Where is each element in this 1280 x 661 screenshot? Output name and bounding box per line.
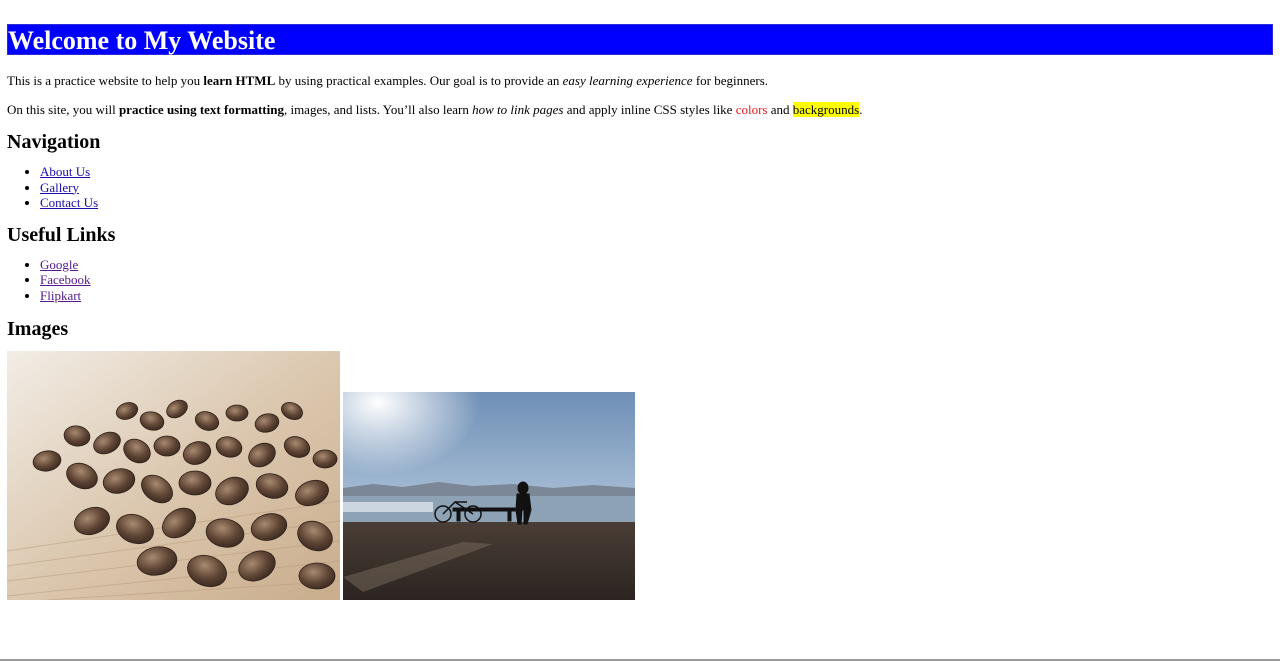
- useful-links-list: Google Facebook Flipkart: [7, 257, 1273, 304]
- facebook-link[interactable]: Facebook: [40, 272, 91, 287]
- p1-text-2: by using practical examples. Our goal is…: [275, 73, 563, 88]
- gallery-link[interactable]: Gallery: [40, 180, 79, 195]
- intro-paragraph-2: On this site, you will practice using te…: [7, 102, 1273, 118]
- p1-text-1: This is a practice website to help you: [7, 73, 204, 88]
- google-link[interactable]: Google: [40, 257, 78, 272]
- nav-item-gallery: Gallery: [40, 180, 1273, 196]
- highlighted-backgrounds-text: backgrounds: [792, 102, 860, 117]
- navigation-list: About Us Gallery Contact Us: [7, 164, 1273, 211]
- p2-text-1: On this site, you will: [7, 102, 119, 117]
- p2-text-4: and: [767, 102, 793, 117]
- useful-links-heading: Useful Links: [7, 223, 116, 246]
- navigation-heading: Navigation: [7, 131, 101, 153]
- p2-text-2: , images, and lists. You’ll also learn: [283, 102, 473, 117]
- images-heading: Images: [7, 318, 69, 340]
- p2-text-5: .: [859, 102, 863, 117]
- page: Welcome to My Website This is a practice…: [0, 24, 1280, 601]
- page-title-banner: Welcome to My Website: [7, 24, 1273, 55]
- nav-item-contact: Contact Us: [40, 195, 1273, 211]
- p1-bold: learn HTML: [203, 73, 276, 88]
- link-item-facebook: Facebook: [40, 272, 1273, 288]
- coffee-beans-image: [7, 351, 340, 600]
- p2-bold: practice using text formatting: [118, 102, 284, 117]
- p1-text-3: for beginners.: [692, 73, 769, 88]
- contact-us-link[interactable]: Contact Us: [40, 195, 98, 210]
- seaside-silhouette-image: [343, 392, 635, 600]
- link-item-google: Google: [40, 257, 1273, 273]
- intro-paragraph-1: This is a practice website to help you l…: [7, 73, 1273, 89]
- images-row: [7, 351, 1273, 601]
- flipkart-link[interactable]: Flipkart: [40, 288, 81, 303]
- red-colors-text: colors: [735, 102, 768, 117]
- nav-item-about: About Us: [40, 164, 1273, 180]
- about-us-link[interactable]: About Us: [40, 164, 90, 179]
- link-item-flipkart: Flipkart: [40, 288, 1273, 304]
- p2-text-3: and apply inline CSS styles like: [563, 102, 736, 117]
- p2-italic: how to link pages: [472, 102, 564, 117]
- p1-italic: easy learning experience: [562, 73, 693, 88]
